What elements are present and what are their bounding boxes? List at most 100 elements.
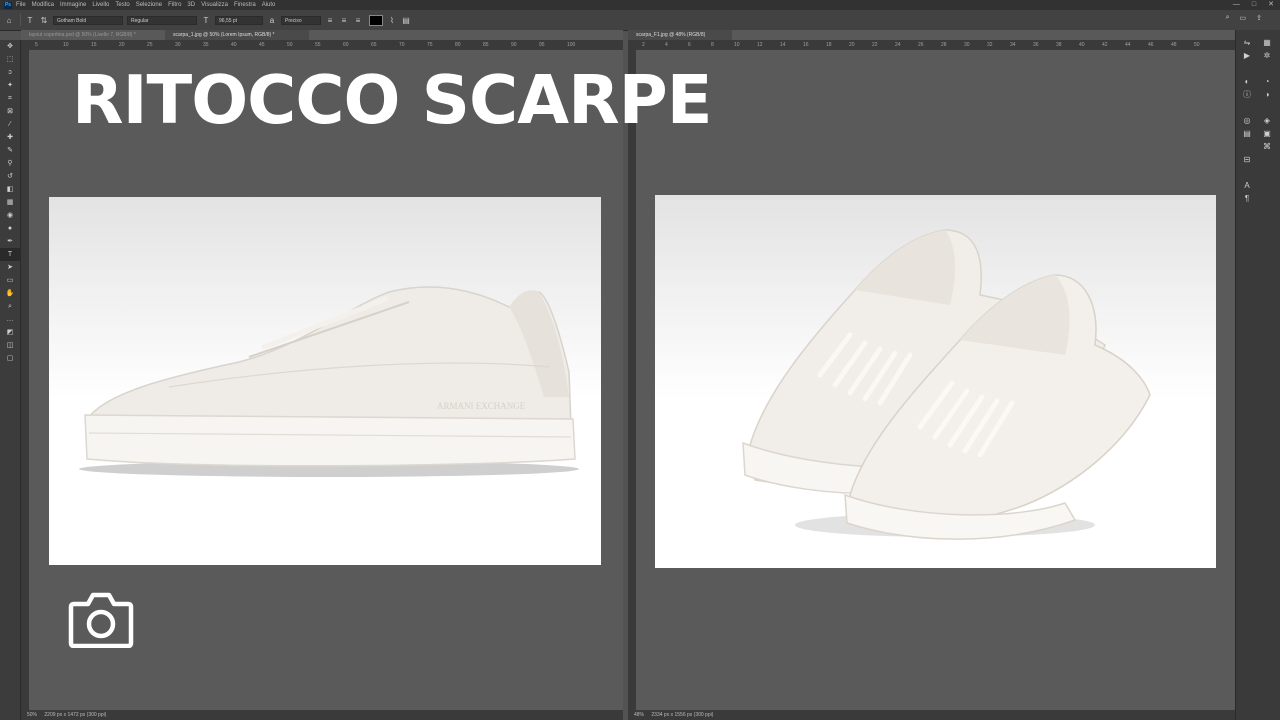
zoom-level[interactable]: 50% bbox=[27, 712, 37, 718]
marquee-tool-icon[interactable]: ⬚ bbox=[0, 53, 20, 66]
options-right-icons: ⌕ ▭ ⇪ bbox=[1226, 14, 1262, 22]
paragraph-icon[interactable]: ¶ bbox=[1245, 192, 1249, 205]
menu-finestra[interactable]: Finestra bbox=[234, 0, 256, 10]
dodge-tool-icon[interactable]: ● bbox=[0, 222, 20, 235]
path-selection-tool-icon[interactable]: ➤ bbox=[0, 261, 20, 274]
actions-play-icon[interactable]: ▶ bbox=[1244, 49, 1250, 62]
ruler-tick: 20 bbox=[119, 42, 125, 48]
ruler-tick: 2 bbox=[642, 42, 645, 48]
paragraph-styles-icon[interactable]: ⊟ bbox=[1244, 153, 1251, 166]
libraries-icon[interactable]: ◔ bbox=[1265, 75, 1270, 88]
ruler-tick: 50 bbox=[1194, 42, 1200, 48]
adjustments-icon[interactable]: ▤ bbox=[1243, 127, 1251, 140]
ruler-tick: 16 bbox=[803, 42, 809, 48]
move-tool-icon[interactable]: ✥ bbox=[0, 40, 20, 53]
gradient-tool-icon[interactable]: ▦ bbox=[0, 196, 20, 209]
color-icon[interactable]: ▦ bbox=[1263, 36, 1271, 49]
hand-tool-icon[interactable]: ✋ bbox=[0, 287, 20, 300]
history-brush-tool-icon[interactable]: ↺ bbox=[0, 170, 20, 183]
minimize-button[interactable]: — bbox=[1233, 0, 1240, 10]
document-tab[interactable]: layout copertina.psd @ 50% (Livello 7, R… bbox=[21, 30, 165, 40]
workspace-icon[interactable]: ▭ bbox=[1240, 14, 1247, 22]
font-family-select[interactable]: Gotham Bold bbox=[53, 15, 123, 25]
antialias-select[interactable]: Preciso bbox=[281, 15, 321, 25]
camera-icon bbox=[68, 590, 134, 653]
ruler-tick: 36 bbox=[1033, 42, 1039, 48]
healing-brush-tool-icon[interactable]: ✚ bbox=[0, 131, 20, 144]
eraser-tool-icon[interactable]: ◧ bbox=[0, 183, 20, 196]
lasso-tool-icon[interactable]: ↄ bbox=[0, 66, 20, 79]
ruler-tick: 18 bbox=[826, 42, 832, 48]
zoom-level[interactable]: 48% bbox=[634, 712, 644, 718]
align-center-icon[interactable]: ≡ bbox=[339, 16, 349, 25]
adjust-icon[interactable]: ◑ bbox=[1265, 88, 1270, 101]
ruler-tick: 85 bbox=[483, 42, 489, 48]
menu-aiuto[interactable]: Aiuto bbox=[262, 0, 276, 10]
sneaker-side-image: ARMANI EXCHANGE bbox=[79, 286, 579, 477]
magic-wand-tool-icon[interactable]: ✦ bbox=[0, 79, 20, 92]
menu-livello[interactable]: Livello bbox=[92, 0, 109, 10]
document-info[interactable]: 2334 px x 1556 px (300 ppi) bbox=[651, 712, 713, 718]
font-style-select[interactable]: Regular bbox=[127, 15, 197, 25]
search-icon[interactable]: ⌕ bbox=[1226, 14, 1230, 22]
info-icon[interactable]: ⓘ bbox=[1243, 88, 1251, 101]
clone-stamp-tool-icon[interactable]: ⚲ bbox=[0, 157, 20, 170]
document-canvas[interactable] bbox=[636, 50, 1236, 710]
more-tools-icon[interactable]: … bbox=[0, 313, 20, 326]
channels-icon[interactable]: ◎ bbox=[1244, 114, 1251, 127]
orientation-toggle-icon[interactable]: ⇅ bbox=[39, 16, 49, 25]
ruler-tick: 30 bbox=[175, 42, 181, 48]
paths-icon[interactable]: ▣ bbox=[1263, 127, 1271, 140]
document-info[interactable]: 2209 px x 1472 px (300 ppi) bbox=[44, 712, 106, 718]
properties-icon[interactable]: ◐ bbox=[1245, 75, 1250, 88]
frame-tool-icon[interactable]: ⊠ bbox=[0, 105, 20, 118]
menu-3d[interactable]: 3D bbox=[187, 0, 195, 10]
share-icon[interactable]: ⇪ bbox=[1256, 14, 1262, 22]
status-bar: 48% 2334 px x 1556 px (300 ppi) bbox=[628, 710, 1236, 720]
ruler-tick: 44 bbox=[1125, 42, 1131, 48]
align-right-icon[interactable]: ≡ bbox=[353, 16, 363, 25]
home-icon[interactable]: ⌂ bbox=[4, 16, 14, 25]
menu-filtro[interactable]: Filtro bbox=[168, 0, 181, 10]
menu-immagine[interactable]: Immagine bbox=[60, 0, 86, 10]
menu-modifica[interactable]: Modifica bbox=[32, 0, 54, 10]
history-icon[interactable]: ⇋ bbox=[1244, 36, 1251, 49]
font-size-select[interactable]: 96,55 pt bbox=[215, 15, 263, 25]
ruler-tick: 80 bbox=[455, 42, 461, 48]
character-icon[interactable]: A bbox=[1244, 179, 1249, 192]
warp-text-icon[interactable]: ⌇ bbox=[387, 16, 397, 25]
menu-selezione[interactable]: Selezione bbox=[136, 0, 162, 10]
crop-tool-icon[interactable]: ⌗ bbox=[0, 92, 20, 105]
close-button[interactable]: ✕ bbox=[1268, 0, 1274, 10]
ruler-tick: 15 bbox=[91, 42, 97, 48]
brush-tool-icon[interactable]: ✎ bbox=[0, 144, 20, 157]
text-color-swatch[interactable] bbox=[369, 14, 383, 26]
document-tab-active[interactable]: scarpa_1.jpg @ 50% (Lorem Ipsum, RGB/8) … bbox=[165, 30, 309, 40]
document-window-2: scarpa_F1.jpg @ 48% (RGB/8) 2 4 6 8 10 1… bbox=[628, 30, 1236, 720]
rectangle-tool-icon[interactable]: ▭ bbox=[0, 274, 20, 287]
type-tool-icon[interactable]: T bbox=[25, 16, 35, 25]
menu-visualizza[interactable]: Visualizza bbox=[201, 0, 228, 10]
character-panel-icon[interactable]: ▤ bbox=[401, 16, 411, 25]
layers-icon[interactable]: ◈ bbox=[1264, 114, 1270, 127]
color-swatches-icon[interactable]: ◩ bbox=[0, 326, 20, 339]
ruler-tick: 42 bbox=[1102, 42, 1108, 48]
blur-tool-icon[interactable]: ◉ bbox=[0, 209, 20, 222]
zoom-tool-icon[interactable]: ⌕ bbox=[0, 300, 20, 313]
screen-mode-icon[interactable]: ▢ bbox=[0, 352, 20, 365]
menu-file[interactable]: File bbox=[16, 0, 26, 10]
maximize-button[interactable]: □ bbox=[1252, 0, 1256, 10]
brand-logo-text: ARMANI EXCHANGE bbox=[437, 401, 526, 411]
eyedropper-tool-icon[interactable]: ⁄ bbox=[0, 118, 20, 131]
pen-tool-icon[interactable]: ✒ bbox=[0, 235, 20, 248]
align-left-icon[interactable]: ≡ bbox=[325, 16, 335, 25]
quick-mask-icon[interactable]: ◫ bbox=[0, 339, 20, 352]
swatches-icon[interactable]: ✲ bbox=[1264, 49, 1271, 62]
ruler-tick: 10 bbox=[63, 42, 69, 48]
ruler-tick: 48 bbox=[1171, 42, 1177, 48]
channels-list-icon[interactable]: ⌘ bbox=[1263, 140, 1271, 153]
type-tool-icon[interactable]: T bbox=[0, 248, 20, 261]
menu-testo[interactable]: Testo bbox=[115, 0, 129, 10]
ruler-tick: 26 bbox=[918, 42, 924, 48]
document-tab-active[interactable]: scarpa_F1.jpg @ 48% (RGB/8) bbox=[628, 30, 732, 40]
